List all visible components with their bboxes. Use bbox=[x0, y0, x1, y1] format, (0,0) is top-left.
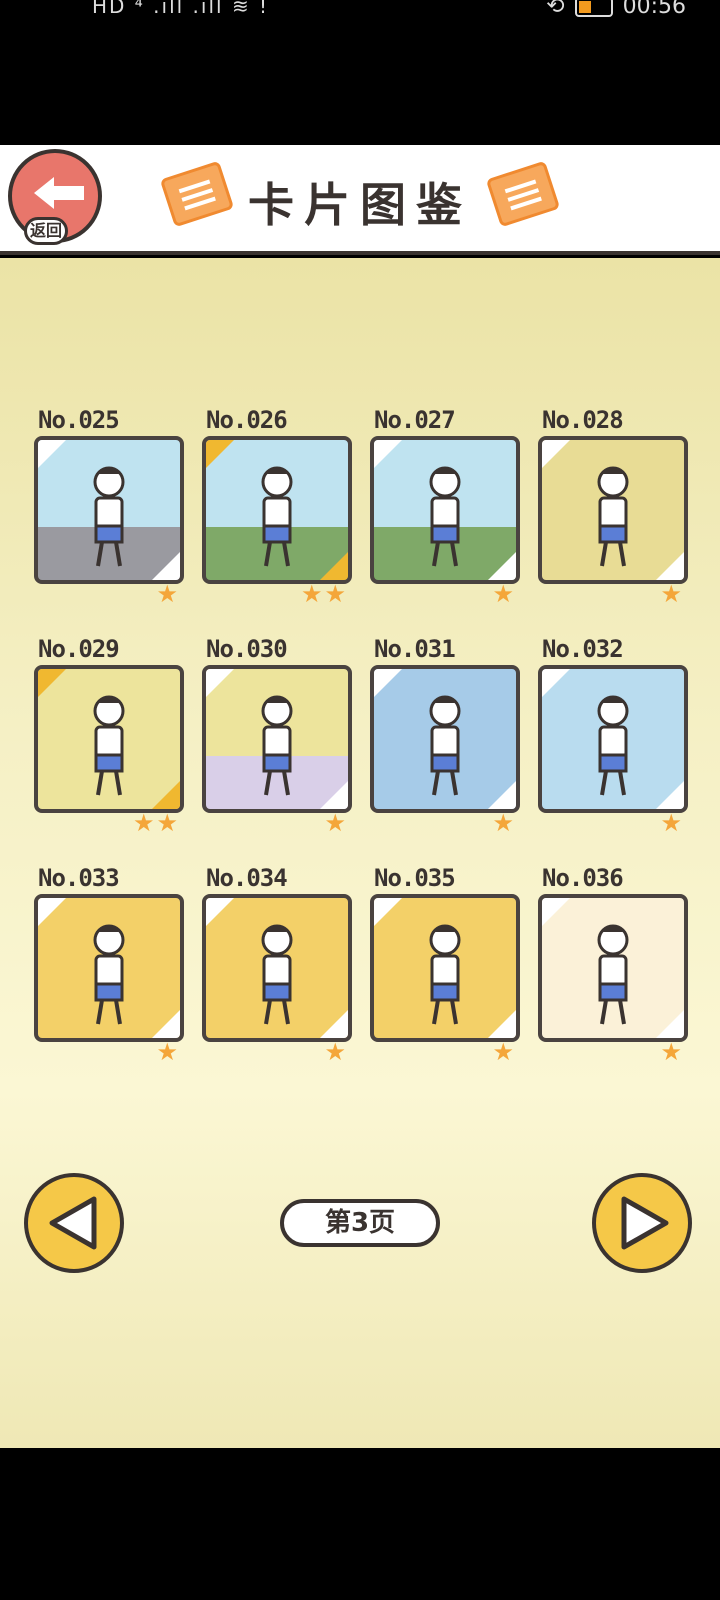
card-corner bbox=[656, 781, 684, 809]
card-number: No.025 bbox=[38, 406, 120, 434]
card-stars: ★ bbox=[492, 580, 516, 608]
card-stars: ★ bbox=[660, 1038, 684, 1066]
card-stars: ★ bbox=[324, 1038, 348, 1066]
collection-card[interactable] bbox=[34, 665, 184, 813]
card-corner bbox=[320, 552, 348, 580]
status-bar: HD ⁴ .ıll .ıll ≋ ! ⟲ 00:56 bbox=[0, 0, 720, 145]
card-number: No.035 bbox=[374, 864, 456, 892]
card-number: No.034 bbox=[206, 864, 288, 892]
card-number: No.028 bbox=[542, 406, 624, 434]
card-number: No.027 bbox=[374, 406, 456, 434]
card-stars: ★ bbox=[492, 1038, 516, 1066]
card-stars: ★ bbox=[156, 580, 180, 608]
collection-card[interactable] bbox=[538, 436, 688, 584]
collection-card[interactable] bbox=[538, 894, 688, 1042]
next-page-button[interactable] bbox=[592, 1173, 692, 1273]
triangle-left-icon bbox=[49, 1196, 97, 1250]
collection-card[interactable] bbox=[538, 665, 688, 813]
card-stars: ★ bbox=[324, 809, 348, 837]
card-number: No.029 bbox=[38, 635, 120, 663]
card-corner bbox=[656, 552, 684, 580]
signal-icons: HD ⁴ .ıll .ıll ≋ ! bbox=[92, 0, 270, 18]
card-corner bbox=[206, 898, 234, 926]
prev-page-button[interactable] bbox=[24, 1173, 124, 1273]
card-corner bbox=[320, 1010, 348, 1038]
card-corner bbox=[152, 552, 180, 580]
card-corner bbox=[320, 781, 348, 809]
card-stars: ★ bbox=[492, 809, 516, 837]
card-corner bbox=[542, 669, 570, 697]
card-stars: ★ bbox=[660, 809, 684, 837]
card-number: No.036 bbox=[542, 864, 624, 892]
collection-card[interactable] bbox=[202, 665, 352, 813]
status-right: ⟲ 00:56 bbox=[546, 0, 686, 19]
card-number: No.030 bbox=[206, 635, 288, 663]
card-stars: ★ bbox=[156, 1038, 180, 1066]
collection-card[interactable] bbox=[370, 894, 520, 1042]
card-collection: No.025 ★ No.026 ★★ No.027 ★ No.028 ★ No.029 ★★ No.… bbox=[0, 258, 720, 1448]
card-corner bbox=[206, 669, 234, 697]
collection-card[interactable] bbox=[370, 436, 520, 584]
card-corner bbox=[488, 781, 516, 809]
card-corner bbox=[488, 552, 516, 580]
battery-icon bbox=[574, 0, 613, 17]
card-corner bbox=[374, 898, 402, 926]
navigation-bar bbox=[0, 1448, 720, 1600]
card-corner bbox=[152, 781, 180, 809]
card-corner bbox=[488, 1010, 516, 1038]
card-number: No.033 bbox=[38, 864, 120, 892]
collection-card[interactable] bbox=[202, 894, 352, 1042]
card-stars: ★ bbox=[660, 580, 684, 608]
collection-card[interactable] bbox=[202, 436, 352, 584]
card-corner bbox=[656, 1010, 684, 1038]
header: 返回 卡片图鉴 bbox=[0, 145, 720, 255]
card-corner bbox=[374, 669, 402, 697]
collection-card[interactable] bbox=[34, 436, 184, 584]
page-indicator: 第3页 bbox=[280, 1199, 440, 1247]
card-number: No.031 bbox=[374, 635, 456, 663]
page-title: 卡片图鉴 bbox=[248, 178, 472, 232]
card-number: No.026 bbox=[206, 406, 288, 434]
card-corner bbox=[542, 440, 570, 468]
card-corner bbox=[206, 440, 234, 468]
card-stars: ★★ bbox=[300, 580, 348, 608]
card-corner bbox=[542, 898, 570, 926]
card-number: No.032 bbox=[542, 635, 624, 663]
card-corner bbox=[38, 440, 66, 468]
card-stars: ★★ bbox=[132, 809, 180, 837]
card-corner bbox=[38, 898, 66, 926]
collection-card[interactable] bbox=[370, 665, 520, 813]
card-corner bbox=[152, 1010, 180, 1038]
triangle-right-icon bbox=[621, 1196, 669, 1250]
collection-card[interactable] bbox=[34, 894, 184, 1042]
vibrate-icon: ⟲ bbox=[546, 0, 565, 19]
card-corner bbox=[374, 440, 402, 468]
card-corner bbox=[38, 669, 66, 697]
clock: 00:56 bbox=[622, 0, 686, 19]
